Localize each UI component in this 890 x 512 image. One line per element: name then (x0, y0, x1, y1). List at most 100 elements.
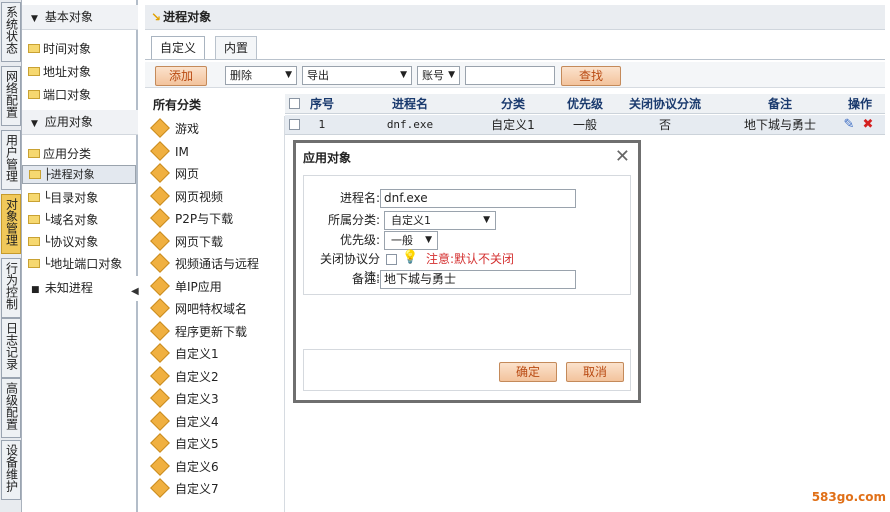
category-item[interactable]: 自定义4 (150, 411, 219, 433)
folder-icon (28, 67, 40, 76)
vtab-network-config[interactable]: 网络配置 (1, 66, 21, 126)
tree-item-label: └协议对象 (43, 235, 99, 249)
close-icon[interactable]: ✕ (615, 146, 630, 167)
category-item[interactable]: 视频通话与远程 (150, 253, 259, 275)
table-row[interactable]: 1 dnf.exe 自定义1 一般 否 地下城与勇士 ✎ ✖ (285, 115, 885, 135)
delete-select-label: 删除 (230, 69, 252, 82)
category-label: 网页下载 (175, 235, 224, 249)
find-button[interactable]: 查找 (561, 66, 621, 86)
category-item[interactable]: P2P与下载 (150, 208, 233, 230)
tree-item-domain[interactable]: └域名对象 (28, 209, 98, 231)
process-label: 进程名: (339, 191, 380, 205)
delete-select[interactable]: 删除 ▼ (225, 66, 297, 85)
column-header[interactable]: 备注 (725, 94, 835, 114)
tree-item-protocol[interactable]: └协议对象 (28, 231, 98, 253)
category-item[interactable]: IM (150, 141, 189, 163)
tree-item-label: 端口对象 (43, 88, 92, 102)
column-header[interactable]: 序号 (307, 94, 337, 114)
tree-item-label: └地址端口对象 (43, 257, 123, 271)
category-item[interactable]: 自定义6 (150, 456, 219, 478)
chevron-down-icon: ▼ (448, 70, 455, 80)
account-select[interactable]: 账号 ▼ (417, 66, 460, 85)
search-input[interactable] (465, 66, 555, 85)
category-item[interactable]: 自定义2 (150, 366, 219, 388)
tree-item-label: 地址对象 (43, 65, 92, 79)
vtab-advanced-config[interactable]: 高级配置 (1, 378, 21, 438)
tab-builtin[interactable]: 内置 (215, 36, 258, 60)
vtab-label: 高级配置 (4, 382, 19, 430)
vtab-label: 网络配置 (4, 70, 19, 118)
cell-close: 否 (658, 118, 671, 132)
ok-button[interactable]: 确定 (499, 362, 557, 382)
vtab-user-management[interactable]: 用户管理 (1, 130, 21, 190)
category-item[interactable]: 网页下载 (150, 231, 224, 253)
category-item[interactable]: 自定义1 (150, 343, 219, 365)
chevron-down-icon: ▼ (285, 70, 292, 80)
process-input[interactable]: dnf.exe (380, 189, 576, 208)
category-item[interactable]: 游戏 (150, 118, 199, 140)
tree-group-basic[interactable]: ▼ 基本对象 (22, 5, 138, 30)
vtab-behavior-control[interactable]: 行为控制 (1, 258, 21, 318)
category-item[interactable]: 自定义3 (150, 388, 219, 410)
tree-item-address-port[interactable]: └地址端口对象 (28, 253, 122, 275)
add-button[interactable]: 添加 (155, 66, 207, 86)
column-header[interactable]: 关闭协议分流 (605, 94, 725, 114)
tab-custom[interactable]: 自定义 (151, 36, 206, 60)
tree-item-address[interactable]: 地址对象 (28, 61, 91, 83)
vtab-device-maintenance[interactable]: 设备维护 (1, 440, 21, 500)
category-icon (150, 208, 170, 228)
title-arrow-icon: ↘ (151, 10, 162, 24)
cell-process: dnf.exe (386, 118, 434, 131)
category-item[interactable]: 单IP应用 (150, 276, 222, 298)
tree-group-app[interactable]: ▼ 应用对象 (22, 110, 138, 135)
column-header[interactable]: 进程名 (360, 94, 460, 114)
tab-divider (145, 59, 885, 60)
category-item[interactable]: 程序更新下载 (150, 321, 247, 343)
category-select[interactable]: 自定义1 ▼ (384, 211, 496, 230)
close-protocol-checkbox[interactable] (386, 254, 397, 265)
vtab-log-records[interactable]: 日志记录 (1, 318, 21, 378)
category-icon (150, 388, 170, 408)
vtab-label: 行为控制 (4, 262, 19, 310)
priority-select[interactable]: 一般 ▼ (384, 231, 438, 250)
category-label: 自定义2 (175, 370, 219, 384)
chevron-down-icon: ▼ (425, 235, 432, 245)
category-item[interactable]: 自定义5 (150, 433, 219, 455)
default-note: 注意:默认不关闭 (426, 252, 515, 266)
select-all-checkbox[interactable] (289, 98, 300, 109)
category-label: 网页视频 (175, 190, 224, 204)
category-label: 自定义6 (175, 460, 219, 474)
category-label: 自定义4 (175, 415, 219, 429)
dialog-form: 进程名: dnf.exe 所属分类: 自定义1 ▼ 优先级: 一般 ▼ 关闭协议分流… (303, 175, 631, 295)
vtab-system-status[interactable]: 系统状态 (1, 2, 21, 62)
edit-icon[interactable]: ✎ (841, 115, 857, 135)
delete-icon[interactable]: ✖ (861, 115, 875, 135)
category-label: 自定义1 (175, 347, 219, 361)
category-item[interactable]: 自定义7 (150, 478, 219, 500)
cell-category: 自定义1 (491, 118, 535, 132)
category-item[interactable]: 网页 (150, 163, 199, 185)
grid-header: 序号 进程名 分类 优先级 关闭协议分流 备注 操作 (285, 94, 885, 114)
tree-item-time[interactable]: 时间对象 (28, 38, 91, 60)
tree-item-label: 时间对象 (43, 42, 92, 56)
expand-icon: ▼ (31, 119, 38, 129)
tree-item-directory[interactable]: └目录对象 (28, 187, 98, 209)
row-checkbox[interactable] (289, 119, 300, 130)
category-icon (150, 411, 170, 431)
export-select[interactable]: 导出 ▼ (302, 66, 412, 85)
cell-index: 1 (318, 118, 326, 131)
cancel-button[interactable]: 取消 (566, 362, 624, 382)
tree-group-unknown[interactable]: ■ 未知进程 (22, 276, 138, 301)
category-item[interactable]: 网吧特权域名 (150, 298, 247, 320)
vtab-label: 对象管理 (4, 198, 19, 246)
category-item[interactable]: 网页视频 (150, 186, 224, 208)
note-input[interactable]: 地下城与勇士 (380, 270, 576, 289)
tree-item-port[interactable]: 端口对象 (28, 84, 91, 106)
category-icon (150, 163, 170, 183)
collapse-arrow-icon[interactable]: ◀ (131, 286, 139, 297)
priority-label: 优先级: (339, 233, 380, 247)
vtab-object-management[interactable]: 对象管理 (1, 194, 21, 254)
column-header[interactable]: 分类 (463, 94, 563, 114)
tree-item-app-category[interactable]: 应用分类 (28, 143, 91, 165)
tree-item-process[interactable]: ├进程对象 (22, 165, 136, 184)
